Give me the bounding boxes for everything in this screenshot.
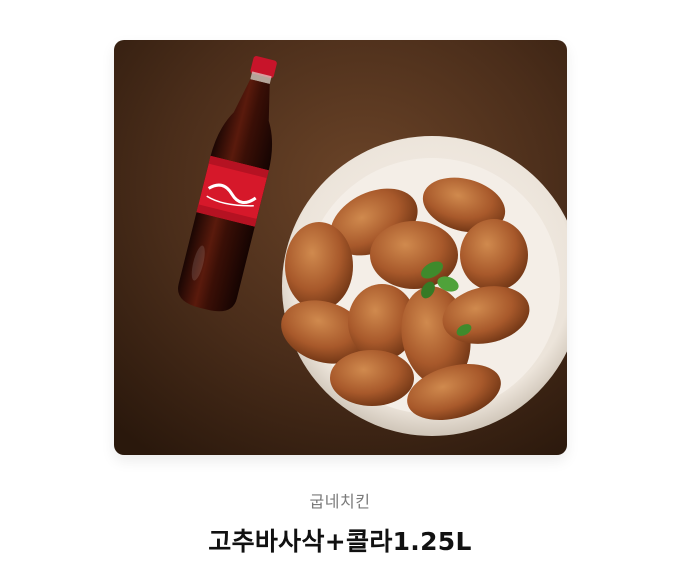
product-image[interactable]	[114, 40, 567, 455]
product-card[interactable]: 굽네치킨 고추바사삭+콜라1.25L	[0, 0, 680, 567]
product-title[interactable]: 고추바사삭+콜라1.25L	[0, 522, 680, 558]
brand-name: 굽네치킨	[309, 492, 371, 511]
